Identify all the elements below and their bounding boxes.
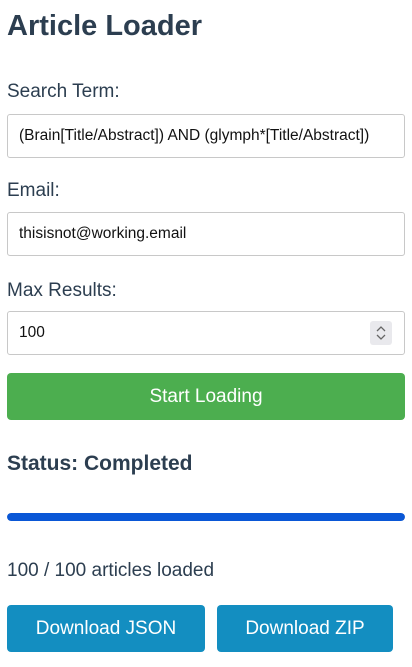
progress-bar [7,513,405,521]
search-term-label: Search Term: [7,81,120,102]
search-term-value: (Brain[Title/Abstract]) AND (glymph*[Tit… [19,127,370,144]
search-term-input[interactable]: (Brain[Title/Abstract]) AND (glymph*[Tit… [7,114,405,158]
email-input[interactable]: thisisnot@working.email [7,212,405,256]
stepper-arrows-icon [376,326,386,340]
status-heading: Status: Completed [7,452,193,475]
max-results-label: Max Results: [7,280,117,301]
email-value: thisisnot@working.email [19,225,187,242]
progress-bar-fill [7,513,405,521]
number-stepper[interactable] [370,321,392,345]
download-zip-button[interactable]: Download ZIP [217,605,393,652]
email-label: Email: [7,180,60,201]
max-results-input[interactable]: 100 [7,311,405,355]
max-results-value: 100 [19,324,45,341]
download-json-button[interactable]: Download JSON [7,605,205,652]
start-loading-button[interactable]: Start Loading [7,373,405,420]
articles-loaded-count: 100 / 100 articles loaded [7,560,215,581]
page-title: Article Loader [7,10,202,42]
